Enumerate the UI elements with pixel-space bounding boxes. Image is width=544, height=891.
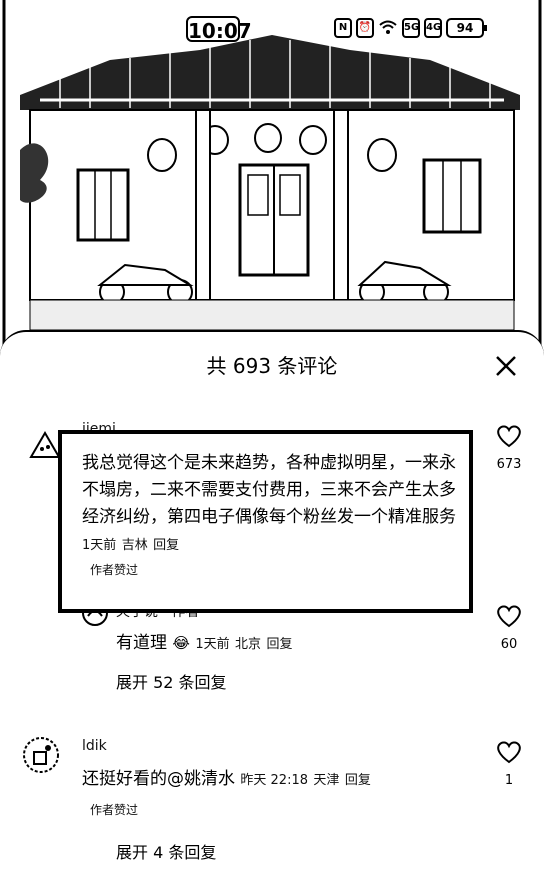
nfc-icon: N (334, 18, 352, 38)
4g-signal-icon: 4G (424, 18, 442, 38)
comment-count-title: 共 693 条评论 (206, 354, 338, 378)
comment-text-block: 我总觉得这个是未来趋势，各种虚拟明星，一来永不塌房，二来不需要支付费用，三来不会… (82, 450, 462, 559)
like-count: 1 (504, 773, 514, 788)
status-bar: 10:07 N ⏰ 5G 4G 94 (0, 0, 544, 60)
reply-text: 有道理 (116, 633, 167, 653)
like-button[interactable]: 1 (489, 740, 529, 790)
author-liked-label: 作者赞过 (90, 563, 139, 577)
wifi-icon (379, 20, 397, 34)
heart-icon[interactable] (496, 740, 522, 764)
reply-location: 北京 (235, 637, 262, 652)
expand-replies-button[interactable]: 展开 52 条回复 (116, 672, 227, 694)
5g-signal-icon: 5G (402, 18, 420, 38)
reply-like-count: 60 (500, 637, 518, 652)
like-count: 673 (496, 457, 522, 472)
reply-text-row: 有道理 😂 1天前 北京 回复 (116, 630, 292, 658)
like-button[interactable]: 673 (489, 424, 529, 474)
avatar[interactable] (22, 736, 60, 774)
laugh-emoji: 😂 (172, 634, 190, 652)
reply-time: 1天前 (195, 637, 230, 652)
heart-icon[interactable] (496, 604, 522, 628)
comment-time: 1天前 (82, 538, 117, 553)
reply-reply-button[interactable]: 回复 (266, 637, 292, 652)
expand-replies-button[interactable]: 展开 4 条回复 (116, 842, 216, 864)
comment-username[interactable]: ldik (82, 737, 107, 755)
comment-text-row: 还挺好看的@姚清水 昨天 22:18 天津 回复 (82, 766, 371, 794)
comment-text: 我总觉得这个是未来趋势，各种虚拟明星，一来永不塌房，二来不需要支付费用，三来不会… (82, 453, 456, 527)
status-time: 10:07 (186, 16, 252, 43)
close-icon[interactable] (494, 354, 518, 378)
comment-location: 吉林 (121, 538, 148, 553)
comment-text: 还挺好看的@姚清水 (82, 769, 235, 789)
alarm-icon: ⏰ (356, 18, 374, 38)
reply-like-button[interactable]: 60 (489, 604, 529, 654)
heart-icon[interactable] (496, 424, 522, 448)
comment-reply-button[interactable]: 回复 (345, 773, 371, 788)
status-icons: N ⏰ 5G 4G 94 (334, 18, 487, 38)
comment-time: 昨天 22:18 (240, 773, 309, 788)
comment-location: 天津 (313, 773, 340, 788)
highlighted-comment: 我总觉得这个是未来趋势，各种虚拟明星，一来永不塌房，二来不需要支付费用，三来不会… (58, 430, 473, 613)
comment-reply-button[interactable]: 回复 (153, 538, 179, 553)
battery-indicator: 94 (446, 18, 487, 38)
author-liked-label: 作者赞过 (90, 803, 139, 817)
